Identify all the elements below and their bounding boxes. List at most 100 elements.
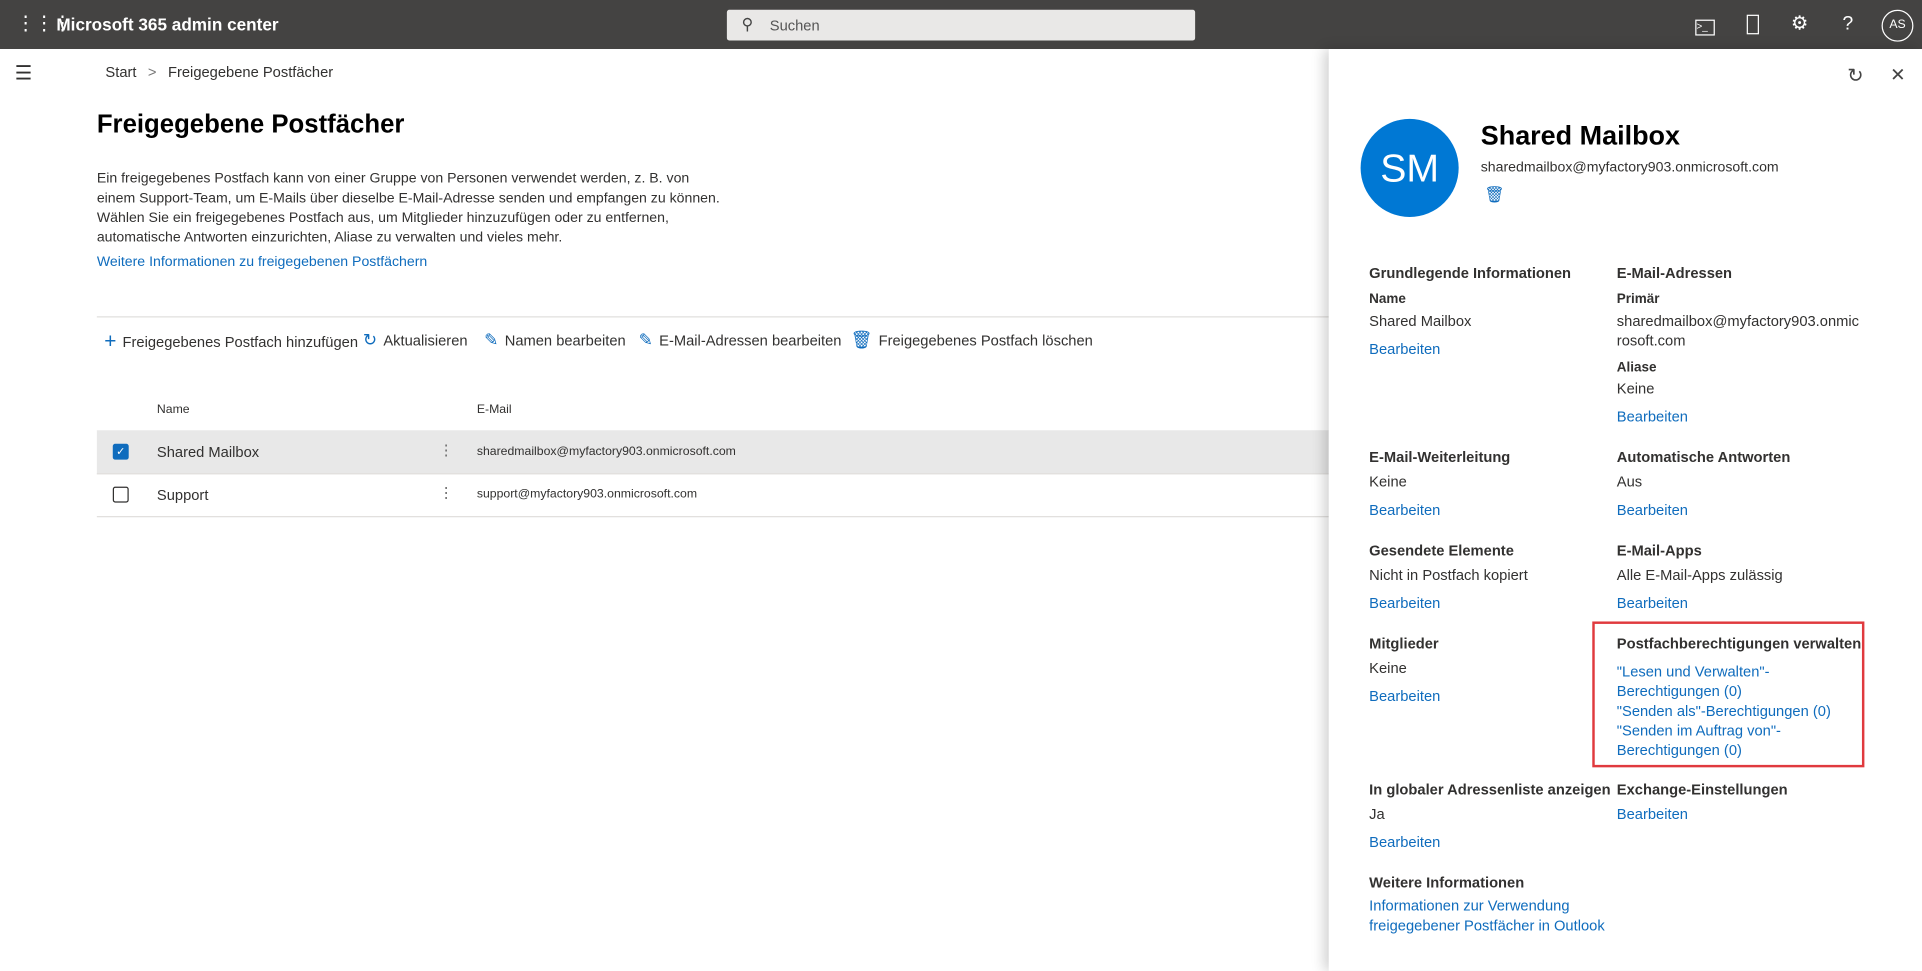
help-icon[interactable]: ? <box>1842 14 1853 35</box>
read-manage-permissions-link[interactable]: Berechtigungen (0) <box>1617 682 1831 702</box>
edit-sent-items-link[interactable]: Bearbeiten <box>1369 594 1440 611</box>
field-value: Aus <box>1616 473 1643 491</box>
description-line: Wählen Sie ein freigegebenes Postfach au… <box>96 210 669 226</box>
field-value: Ja <box>1369 805 1385 823</box>
trash-icon[interactable]: 🗑 <box>1484 185 1504 205</box>
section-heading: In globaler Adressenliste anzeigen <box>1369 780 1611 798</box>
mailbox-details-panel: ↻ ✕ SM Shared Mailbox sharedmailbox@myfa… <box>1328 49 1922 971</box>
edit-name-label: Namen bearbeiten <box>504 331 626 349</box>
section-heading: Automatische Antworten <box>1616 448 1791 466</box>
breadcrumb-current: Freigegebene Postfächer <box>167 63 334 81</box>
column-header-email[interactable]: E-Mail <box>477 403 512 416</box>
row-checkbox[interactable] <box>112 486 129 503</box>
app-window: ⋮⋮⋮ Microsoft 365 admin center ⚲ Suchen … <box>0 0 1922 971</box>
add-label: Freigegebenes Postfach hinzufügen <box>122 333 359 351</box>
search-input[interactable]: ⚲ Suchen <box>726 9 1196 41</box>
section-heading: Exchange-Einstellungen <box>1616 780 1788 798</box>
section-heading: E-Mail-Adressen <box>1616 264 1733 282</box>
page-title: Freigegebene Postfächer <box>96 110 405 139</box>
section-heading: Gesendete Elemente <box>1369 541 1514 559</box>
breadcrumb-home[interactable]: Start <box>105 64 136 81</box>
mailbox-email: sharedmailbox@myfactory903.onmicrosoft.c… <box>1480 160 1779 176</box>
more-actions-icon[interactable]: ⋮ <box>439 484 454 501</box>
close-icon[interactable]: ✕ <box>1890 64 1905 86</box>
trash-icon: 🗑 <box>850 329 873 350</box>
refresh-icon: ↻ <box>362 329 378 350</box>
hamburger-menu-icon[interactable]: ☰ <box>15 61 33 86</box>
edit-basic-link[interactable]: Bearbeiten <box>1369 341 1440 358</box>
plus-icon: + <box>104 329 117 354</box>
section-heading: Postfachberechtigungen verwalten <box>1616 634 1862 653</box>
breadcrumb-separator: > <box>147 63 157 81</box>
table-row[interactable]: Support ⋮ support@myfactory903.onmicroso… <box>96 473 1329 518</box>
outlook-info-link[interactable]: freigegebener Postfächer in Outlook <box>1369 917 1605 934</box>
edit-members-link[interactable]: Bearbeiten <box>1369 688 1440 705</box>
table-row[interactable]: ✓ Shared Mailbox ⋮ sharedmailbox@myfacto… <box>96 430 1329 475</box>
edit-emails-link[interactable]: Bearbeiten <box>1617 408 1688 425</box>
edit-exchange-link[interactable]: Bearbeiten <box>1617 805 1688 822</box>
main-content: ☰ Start > Freigegebene Postfächer Freige… <box>0 49 1329 971</box>
refresh-icon[interactable]: ↻ <box>1847 64 1863 89</box>
edit-forwarding-link[interactable]: Bearbeiten <box>1369 501 1440 518</box>
edit-gal-link[interactable]: Bearbeiten <box>1369 834 1440 851</box>
search-icon: ⚲ <box>741 14 754 34</box>
section-heading: E-Mail-Apps <box>1616 541 1702 559</box>
refresh-button[interactable]: ↻ Aktualisieren <box>363 330 468 351</box>
breadcrumb: Start > Freigegebene Postfächer <box>105 64 333 81</box>
description-line: einem Support-Team, um E-Mails über dies… <box>96 191 720 206</box>
field-value: Keine <box>1616 379 1655 398</box>
field-value: Nicht in Postfach kopiert <box>1369 566 1528 584</box>
field-value: sharedmailbox@myfactory903.onmic <box>1616 312 1860 330</box>
section-heading: Weitere Informationen <box>1369 873 1525 892</box>
mobile-icon[interactable] <box>1746 14 1759 40</box>
description-line: automatische Antworten einzurichten, Ali… <box>96 230 563 246</box>
pencil-icon: ✎ <box>484 329 499 350</box>
outlook-info-link[interactable]: Informationen zur Verwendung <box>1369 897 1569 914</box>
description-line: Ein freigegebenes Postfach kann von eine… <box>96 171 690 187</box>
section-heading: Grundlegende Informationen <box>1369 264 1572 282</box>
field-label: Aliase <box>1616 360 1657 376</box>
send-on-behalf-permissions-link[interactable]: Berechtigungen (0) <box>1617 740 1831 760</box>
column-header-name[interactable]: Name <box>157 403 190 416</box>
send-on-behalf-permissions-link[interactable]: "Senden im Auftrag von"- <box>1617 721 1831 741</box>
field-label: Primär <box>1616 291 1660 307</box>
row-checkbox[interactable]: ✓ <box>112 443 129 460</box>
delete-label: Freigegebenes Postfach löschen <box>878 331 1093 349</box>
field-value: Alle E-Mail-Apps zulässig <box>1616 566 1783 584</box>
row-name[interactable]: Shared Mailbox <box>157 444 259 461</box>
user-avatar[interactable]: AS <box>1881 9 1914 42</box>
field-label: Name <box>1369 291 1406 307</box>
row-email: support@myfactory903.onmicrosoft.com <box>476 487 698 502</box>
row-name[interactable]: Support <box>157 487 209 504</box>
section-heading: E-Mail-Weiterleitung <box>1369 448 1511 466</box>
terminal-icon[interactable]: >_ <box>1695 15 1715 36</box>
top-bar: ⋮⋮⋮ Microsoft 365 admin center ⚲ Suchen … <box>0 0 1922 50</box>
delete-mailbox-button[interactable]: 🗑 Freigegebenes Postfach löschen <box>851 330 1093 351</box>
send-as-permissions-link[interactable]: "Senden als"-Berechtigungen (0) <box>1617 701 1831 721</box>
pencil-icon: ✎ <box>638 329 654 350</box>
edit-email-button[interactable]: ✎ E-Mail-Adressen bearbeiten <box>639 330 842 351</box>
edit-email-label: E-Mail-Adressen bearbeiten <box>659 331 842 349</box>
field-value: Shared Mailbox <box>1369 312 1472 330</box>
field-value: Keine <box>1369 473 1407 491</box>
app-title[interactable]: Microsoft 365 admin center <box>56 15 278 35</box>
add-mailbox-button[interactable]: + Freigegebenes Postfach hinzufügen <box>104 330 358 355</box>
edit-name-button[interactable]: ✎ Namen bearbeiten <box>484 330 626 351</box>
learn-more-link[interactable]: Weitere Informationen zu freigegebenen P… <box>97 255 427 270</box>
page-description: Ein freigegebenes Postfach kann von eine… <box>97 169 720 247</box>
search-placeholder: Suchen <box>769 17 820 35</box>
mailbox-name: Shared Mailbox <box>1480 120 1681 151</box>
more-actions-icon[interactable]: ⋮ <box>439 441 454 458</box>
field-value: Keine <box>1369 659 1407 677</box>
read-manage-permissions-link[interactable]: "Lesen und Verwalten"- <box>1617 662 1831 682</box>
refresh-label: Aktualisieren <box>383 331 468 349</box>
edit-auto-reply-link[interactable]: Bearbeiten <box>1617 501 1688 518</box>
divider <box>96 316 1329 318</box>
edit-email-apps-link[interactable]: Bearbeiten <box>1617 594 1688 611</box>
row-email: sharedmailbox@myfactory903.onmicrosoft.c… <box>476 444 736 459</box>
section-heading: Mitglieder <box>1369 634 1439 653</box>
permissions-links: "Lesen und Verwalten"- Berechtigungen (0… <box>1617 662 1831 760</box>
field-value: rosoft.com <box>1616 332 1686 350</box>
mailbox-avatar: SM <box>1360 118 1459 217</box>
gear-icon[interactable]: ⚙ <box>1791 14 1809 35</box>
